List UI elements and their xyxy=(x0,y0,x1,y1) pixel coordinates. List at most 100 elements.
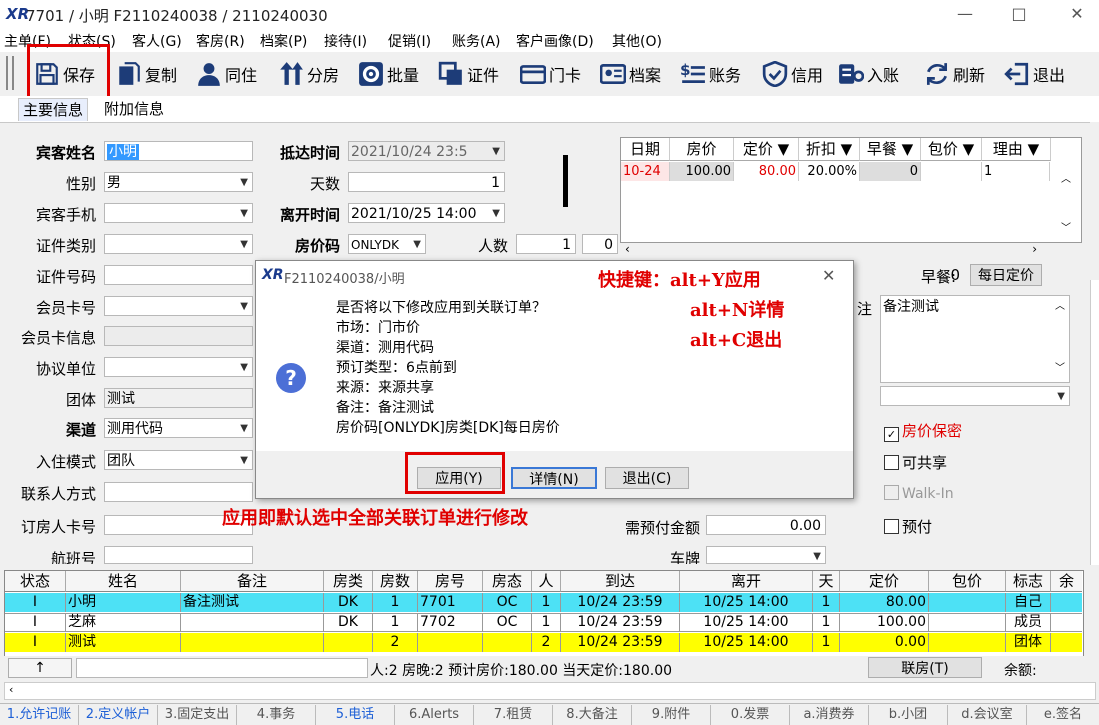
menu-account[interactable]: 账务(A) xyxy=(452,31,501,51)
menu-other[interactable]: 其他(O) xyxy=(612,31,662,51)
rate-cell-package[interactable] xyxy=(921,162,982,181)
link-room-button[interactable]: 联房(T) xyxy=(868,657,982,678)
tab-small-group[interactable]: b.小团 xyxy=(869,705,948,725)
grid-col-name[interactable]: 姓名 xyxy=(66,571,181,592)
maximize-button[interactable]: □ xyxy=(1004,2,1034,26)
copy-button[interactable]: 复制 xyxy=(116,58,177,90)
rate-col-price[interactable]: 房价 xyxy=(670,138,734,161)
rate-col-discount[interactable]: 折扣 ▼ xyxy=(799,138,860,161)
door-card-button[interactable]: 门卡 xyxy=(520,58,581,90)
channel-select[interactable]: 测用代码 ▼ xyxy=(104,418,253,438)
grid-col-persons[interactable]: 人 xyxy=(532,571,561,592)
exit-button[interactable]: 退出 xyxy=(1004,58,1065,90)
tab-attachment[interactable]: 9.附件 xyxy=(632,705,711,725)
grid-col-status[interactable]: 状态 xyxy=(5,571,66,592)
menu-room[interactable]: 客房(R) xyxy=(196,31,245,51)
share-room-button[interactable]: 同住 xyxy=(196,58,257,90)
summary-filter-input[interactable] xyxy=(76,658,368,678)
id-type-select[interactable]: ▼ xyxy=(104,234,253,254)
rate-col-date[interactable]: 日期 xyxy=(621,138,670,161)
menu-promo[interactable]: 促销(I) xyxy=(388,31,431,51)
credit-button[interactable]: 信用 xyxy=(762,58,823,90)
rate-cell-fixed[interactable]: 80.00 xyxy=(734,162,799,181)
children-input[interactable]: 0 xyxy=(582,234,618,254)
rate-col-breakfast[interactable]: 早餐 ▼ xyxy=(860,138,921,161)
grid-col-flag[interactable]: 标志 xyxy=(1006,571,1051,592)
grid-col-room-no[interactable]: 房号 xyxy=(418,571,483,592)
prepaid-checkbox[interactable]: 预付 xyxy=(884,516,932,537)
menu-customer-portrait[interactable]: 客户画像(D) xyxy=(516,31,594,51)
prepay-input[interactable]: 0.00 xyxy=(706,515,826,535)
tab-alerts[interactable]: 6.Alerts xyxy=(395,705,474,725)
checkin-mode-select[interactable]: 团队 ▼ xyxy=(104,450,253,470)
walkin-checkbox[interactable]: Walk-In xyxy=(884,485,954,502)
member-card-select[interactable]: ▼ xyxy=(104,296,253,316)
flight-input[interactable] xyxy=(104,546,253,564)
grid-col-room-status[interactable]: 房态 xyxy=(483,571,532,592)
tab-rental[interactable]: 7.租赁 xyxy=(474,705,553,725)
rate-col-package[interactable]: 包价 ▼ xyxy=(921,138,982,161)
rate-cell-breakfast[interactable]: 0 xyxy=(860,162,921,181)
tab-extra-info[interactable]: 附加信息 xyxy=(100,98,168,120)
grid-col-fixed-rate[interactable]: 定价 xyxy=(840,571,929,592)
rate-vscroll[interactable]: ︿ ﹀ xyxy=(1052,162,1080,240)
profile-button[interactable]: 档案 xyxy=(600,58,661,90)
menu-guest[interactable]: 客人(G) xyxy=(132,31,182,51)
rate-secret-checkbox[interactable]: ✓ 房价保密 xyxy=(884,420,962,442)
persons-input[interactable]: 1 xyxy=(516,234,576,254)
rate-col-reason[interactable]: 理由 ▼ xyxy=(982,138,1051,161)
grid-col-balance[interactable]: 余 xyxy=(1051,571,1082,592)
guest-name-input[interactable]: 小明 xyxy=(104,141,253,161)
grid-col-arrive[interactable]: 到达 xyxy=(561,571,680,592)
close-button[interactable]: ✕ xyxy=(1062,2,1092,26)
tab-define-account[interactable]: 2.定义帐户 xyxy=(79,705,158,725)
tab-allow-posting[interactable]: 1.允许记账 xyxy=(0,705,79,725)
gender-select[interactable]: 男 ▼ xyxy=(104,172,253,192)
grid-col-room-count[interactable]: 房数 xyxy=(373,571,418,592)
certificate-button[interactable]: 证件 xyxy=(438,58,499,90)
tab-signature[interactable]: e.签名 xyxy=(1027,705,1099,725)
dialog-exit-button[interactable]: 退出(C) xyxy=(605,467,689,489)
agreement-select[interactable]: ▼ xyxy=(104,357,253,377)
grid-col-remark[interactable]: 备注 xyxy=(181,571,324,592)
account-button[interactable]: $ 账务 xyxy=(680,58,741,90)
menu-profile[interactable]: 档案(P) xyxy=(260,31,307,51)
grid-col-package[interactable]: 包价 xyxy=(929,571,1006,592)
tab-voucher[interactable]: a.消费券 xyxy=(790,705,869,725)
tab-phone[interactable]: 5.电话 xyxy=(316,705,395,725)
form-vscroll[interactable] xyxy=(1090,280,1099,565)
days-input[interactable]: 1 xyxy=(348,172,505,192)
tab-big-remark[interactable]: 8.大备注 xyxy=(553,705,632,725)
detail-button[interactable]: 详情(N) xyxy=(511,467,597,489)
grid-col-room-type[interactable]: 房类 xyxy=(324,571,373,592)
split-room-button[interactable]: 分房 xyxy=(278,58,339,90)
plate-select[interactable]: ▼ xyxy=(706,546,826,564)
shareable-checkbox[interactable]: 可共享 xyxy=(884,452,947,473)
remark-select[interactable]: ▼ xyxy=(880,386,1070,406)
daily-rate-button[interactable]: 每日定价 xyxy=(970,264,1042,286)
dialog-close-icon[interactable]: ✕ xyxy=(822,266,835,285)
depart-datetime[interactable]: 2021/10/25 14:00 ▼ xyxy=(348,203,505,223)
tab-main-info[interactable]: 主要信息 xyxy=(18,98,89,121)
tab-affairs[interactable]: 4.事务 xyxy=(237,705,316,725)
tab-invoice[interactable]: 0.发票 xyxy=(711,705,790,725)
arrive-datetime[interactable]: 2021/10/24 23:5 ▼ xyxy=(348,141,505,161)
rate-cell-discount[interactable]: 20.00% xyxy=(799,162,860,181)
id-number-input[interactable] xyxy=(104,265,253,285)
tab-fixed-expense[interactable]: 3.固定支出 xyxy=(158,705,237,725)
grid-col-days[interactable]: 天 xyxy=(813,571,840,592)
grid-hscroll[interactable]: ‹ xyxy=(4,682,1096,700)
tab-meeting-room[interactable]: d.会议室 xyxy=(948,705,1027,725)
grid-col-depart[interactable]: 离开 xyxy=(680,571,813,592)
rate-code-select[interactable]: ONLYDK ▼ xyxy=(348,234,426,254)
posting-button[interactable]: 入账 xyxy=(838,58,899,90)
menu-reception[interactable]: 接待(I) xyxy=(324,31,367,51)
rate-cell-reason[interactable]: 1 xyxy=(982,162,1050,181)
minimize-button[interactable]: — xyxy=(950,2,980,26)
rate-col-fixed[interactable]: 定价 ▼ xyxy=(734,138,799,161)
rate-hscroll[interactable]: ‹ › xyxy=(621,242,1051,258)
remark-textarea[interactable]: 备注测试 ︿ ﹀ xyxy=(880,295,1070,383)
refresh-button[interactable]: 刷新 xyxy=(924,58,985,90)
batch-button[interactable]: 批量 xyxy=(358,58,419,90)
contact-input[interactable] xyxy=(104,482,253,502)
